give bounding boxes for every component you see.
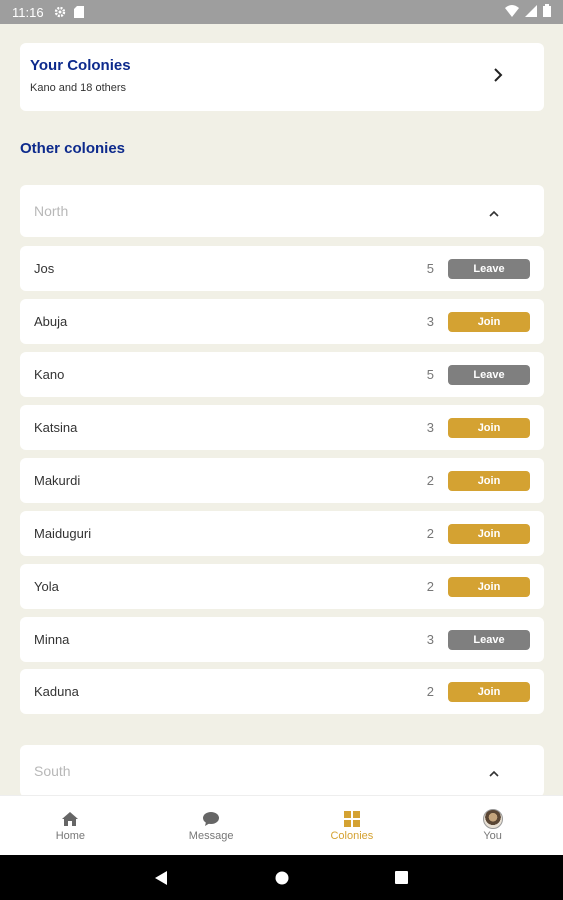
list-item: Jos 5 Leave <box>20 246 544 291</box>
avatar <box>482 808 503 829</box>
home-icon <box>60 810 80 828</box>
leave-button[interactable]: Leave <box>448 629 530 650</box>
status-time: 11:16 <box>12 4 44 20</box>
nav-label: You <box>483 829 502 842</box>
chevron-up-icon[interactable] <box>488 206 500 217</box>
message-icon <box>201 810 221 828</box>
group-header-south[interactable]: South <box>20 745 544 795</box>
colony-name: Kaduna <box>34 684 79 699</box>
wifi-icon <box>505 4 519 20</box>
colony-name: Yola <box>34 579 59 594</box>
colonies-screen: Your Colonies Kano and 18 others Other c… <box>0 24 563 795</box>
nav-colonies[interactable]: Colonies <box>282 796 423 855</box>
nav-label: Home <box>55 829 86 842</box>
chevron-up-icon[interactable] <box>488 766 500 777</box>
signal-icon <box>525 4 537 20</box>
list-item: Kaduna 2 Join <box>20 669 544 714</box>
member-count: 2 <box>426 526 434 541</box>
join-button[interactable]: Join <box>448 523 530 544</box>
back-icon[interactable] <box>155 871 167 890</box>
nav-you[interactable]: You <box>422 796 563 855</box>
nav-label: Message <box>188 829 234 842</box>
group-label: North <box>34 203 69 219</box>
list-item: Minna 3 Leave <box>20 617 544 662</box>
bottom-nav: Home Message Colonies You <box>0 795 563 855</box>
join-button[interactable]: Join <box>448 470 530 491</box>
member-count: 5 <box>426 367 434 382</box>
member-count: 3 <box>426 420 434 435</box>
list-item: Abuja 3 Join <box>20 299 544 344</box>
recents-icon[interactable] <box>395 871 408 889</box>
list-item: Katsina 3 Join <box>20 405 544 450</box>
chevron-right-icon <box>492 67 504 83</box>
join-button[interactable]: Join <box>448 576 530 597</box>
your-colonies-title: Your Colonies <box>30 57 131 74</box>
member-count: 3 <box>426 632 434 647</box>
list-item: Kano 5 Leave <box>20 352 544 397</box>
colony-name: Makurdi <box>34 473 81 488</box>
member-count: 3 <box>426 314 434 329</box>
colony-name: Katsina <box>34 420 78 435</box>
group-label: South <box>34 763 71 779</box>
join-button[interactable]: Join <box>448 681 530 702</box>
system-nav-bar <box>0 855 563 900</box>
grid-icon <box>342 810 362 828</box>
leave-button[interactable]: Leave <box>448 258 530 279</box>
list-item: Yola 2 Join <box>20 564 544 609</box>
settings-icon <box>54 6 66 18</box>
join-button[interactable]: Join <box>448 417 530 438</box>
member-count: 2 <box>426 579 434 594</box>
nav-home[interactable]: Home <box>0 796 141 855</box>
colony-name: Abuja <box>34 314 68 329</box>
status-bar: 11:16 <box>0 0 563 24</box>
colony-name: Kano <box>34 367 65 382</box>
your-colonies-card[interactable]: Your Colonies Kano and 18 others <box>20 43 544 111</box>
list-item: Makurdi 2 Join <box>20 458 544 503</box>
other-colonies-title: Other colonies <box>20 140 126 157</box>
leave-button[interactable]: Leave <box>448 364 530 385</box>
list-item: Maiduguri 2 Join <box>20 511 544 556</box>
colony-name: Jos <box>34 261 55 276</box>
member-count: 2 <box>426 473 434 488</box>
colony-name: Minna <box>34 632 70 647</box>
group-header-north[interactable]: North <box>20 185 544 237</box>
member-count: 2 <box>426 684 434 699</box>
battery-icon <box>543 4 551 20</box>
nav-label: Colonies <box>330 829 374 842</box>
sd-card-icon <box>73 6 86 18</box>
member-count: 5 <box>426 261 434 276</box>
join-button[interactable]: Join <box>448 311 530 332</box>
colony-name: Maiduguri <box>34 526 92 541</box>
nav-message[interactable]: Message <box>141 796 282 855</box>
your-colonies-subtitle: Kano and 18 others <box>30 82 127 94</box>
home-circle-icon[interactable] <box>275 871 289 890</box>
